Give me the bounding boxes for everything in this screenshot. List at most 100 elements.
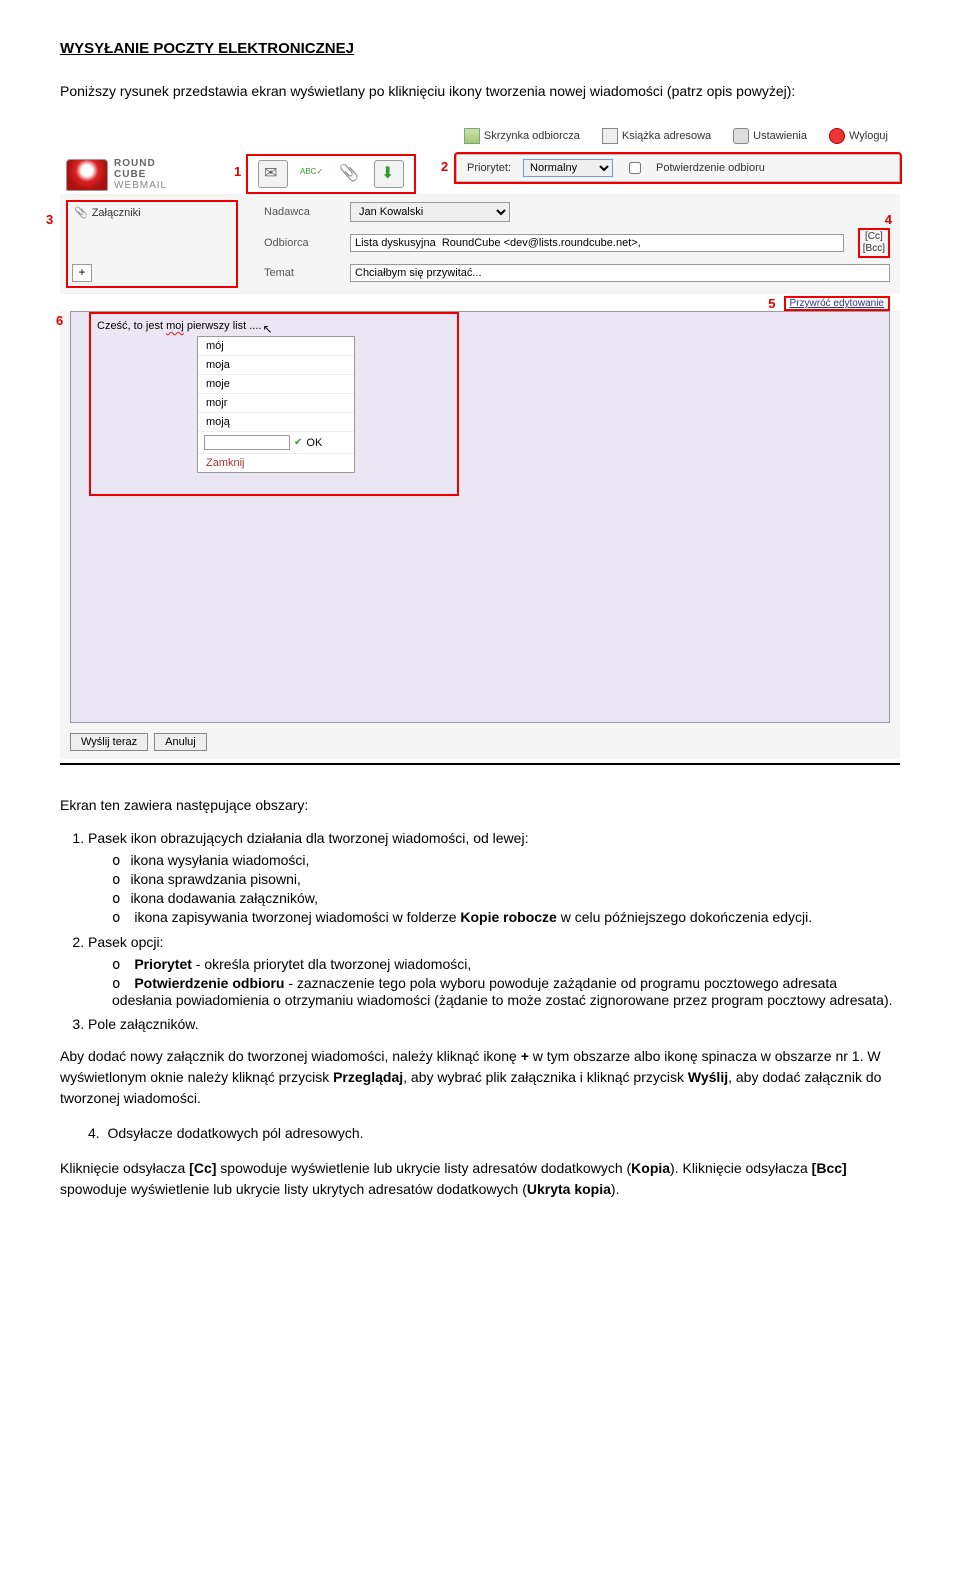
pa-b2: Wyślij xyxy=(688,1069,728,1085)
nav-settings-label: Ustawienia xyxy=(753,130,807,142)
numbered-list: Pasek ikon obrazujących działania dla tw… xyxy=(60,830,900,1032)
inbox-icon xyxy=(464,128,480,144)
attachments-box: Załączniki + xyxy=(66,200,238,288)
cc-link[interactable]: [Cc] xyxy=(863,231,885,243)
subject-input[interactable] xyxy=(350,264,890,282)
toolbar-wrap: 1 2 Priorytet: Normalny Potwierdzenie od… xyxy=(246,154,900,194)
sublist-item: Potwierdzenie odbioru - zaznaczenie tego… xyxy=(112,975,900,1008)
logo-area: ROUND CUBE WEBMAIL xyxy=(60,154,246,191)
sublist-item: Priorytet - określa priorytet dla tworzo… xyxy=(112,956,900,973)
options-bar: 2 Priorytet: Normalny Potwierdzenie odbi… xyxy=(456,154,900,182)
bcc-link[interactable]: [Bcc] xyxy=(863,243,885,255)
list-item-4: 4. Odsyłacze dodatkowych pól adresowych. xyxy=(60,1123,900,1144)
screenshot-container: Skrzynka odbiorcza Książka adresowa Usta… xyxy=(60,122,900,765)
nav-inbox[interactable]: Skrzynka odbiorcza xyxy=(464,128,580,144)
attach-icon[interactable] xyxy=(336,161,364,187)
priority-select[interactable]: Normalny xyxy=(523,159,613,177)
editor-wrap: 6 Cześć, to jest moj pierwszy list .... … xyxy=(60,311,900,729)
list-item-3: Pole załączników. xyxy=(88,1016,900,1032)
confirm-receipt-checkbox[interactable] xyxy=(629,162,641,174)
suggestion-item[interactable]: mojr xyxy=(198,394,354,413)
sub2a-post: - określa priorytet dla tworzonej wiadom… xyxy=(192,956,471,972)
editor-text-pre: Cześć, to jest xyxy=(97,320,166,332)
message-editor[interactable]: Cześć, to jest moj pierwszy list .... mó… xyxy=(70,311,890,723)
list-item-2: Pasek opcji: Priorytet - określa prioryt… xyxy=(88,934,900,1008)
body-row: 3 Załączniki + Nadawca Jan Kowalski Odbi… xyxy=(60,194,900,294)
restore-editing-link[interactable]: Przywróć edytowanie xyxy=(784,296,890,311)
list-item-1: Pasek ikon obrazujących działania dla tw… xyxy=(88,830,900,926)
suggestion-ok-label[interactable]: OK xyxy=(306,437,322,449)
suggestion-custom-row: ✔ OK xyxy=(198,432,354,454)
send-mail-icon[interactable] xyxy=(258,160,288,188)
nav-logout[interactable]: Wyloguj xyxy=(829,128,888,144)
from-select[interactable]: Jan Kowalski xyxy=(350,202,510,222)
callout-1: 1 xyxy=(234,164,241,179)
attachments-column: 3 Załączniki + xyxy=(60,194,244,294)
pc-b4: Ukryta kopia xyxy=(527,1181,611,1197)
subject-row: Temat xyxy=(264,264,890,282)
suggestion-custom-input[interactable] xyxy=(204,435,290,450)
top-navigation: Skrzynka odbiorcza Książka adresowa Usta… xyxy=(60,122,900,154)
toolbar-row: ROUND CUBE WEBMAIL 1 2 Priorytet: Normal… xyxy=(60,154,900,194)
spellcheck-suggestions: mój moja moje mojr moją ✔ OK Zamknij xyxy=(197,336,355,473)
attachment-help-paragraph: Aby dodać nowy załącznik do tworzonej wi… xyxy=(60,1046,900,1109)
sublist-2: Priorytet - określa priorytet dla tworzo… xyxy=(88,956,900,1008)
spellcheck-area: Cześć, to jest moj pierwszy list .... mó… xyxy=(89,312,459,496)
callout-2: 2 xyxy=(441,159,448,174)
logo-line1: ROUND xyxy=(114,158,156,169)
to-input[interactable] xyxy=(350,234,844,252)
logo-line3: WEBMAIL xyxy=(114,180,167,191)
sub-d-post: w celu późniejszego dokończenia edycji. xyxy=(557,909,812,925)
pc-end: ). xyxy=(611,1181,620,1197)
doc-title: WYSYŁANIE POCZTY ELEKTRONICZNEJ xyxy=(60,40,900,57)
editor-text: Cześć, to jest moj pierwszy list .... xyxy=(97,320,265,332)
add-attachment-button[interactable]: + xyxy=(72,264,92,282)
spellcheck-icon[interactable] xyxy=(298,161,326,187)
to-row: Odbiorca 4 [Cc] [Bcc] xyxy=(264,228,890,258)
subject-label: Temat xyxy=(264,267,340,279)
nav-settings[interactable]: Ustawienia xyxy=(733,128,807,144)
from-label: Nadawca xyxy=(264,206,340,218)
sub-d-bold: Kopie robocze xyxy=(460,909,556,925)
suggestion-item[interactable]: mój xyxy=(198,337,354,356)
sublist-item: ikona sprawdzania pisowni, xyxy=(112,871,900,888)
sublist-1: ikona wysyłania wiadomości, ikona sprawd… xyxy=(88,852,900,926)
pc-pre: Kliknięcie odsyłacza xyxy=(60,1160,189,1176)
check-icon: ✔ xyxy=(294,437,302,448)
suggestion-close[interactable]: Zamknij xyxy=(198,454,354,472)
attachments-title: Załączniki xyxy=(92,207,141,219)
suggestion-item[interactable]: moją xyxy=(198,413,354,432)
sublist-item: ikona wysyłania wiadomości, xyxy=(112,852,900,869)
sub-d-pre: ikona zapisywania tworzonej wiadomości w… xyxy=(134,909,460,925)
nav-logout-label: Wyloguj xyxy=(849,130,888,142)
addressbook-icon xyxy=(602,128,618,144)
attachments-title-row: Załączniki xyxy=(74,206,230,219)
suggestion-item[interactable]: moje xyxy=(198,375,354,394)
pc-b1: [Cc] xyxy=(189,1160,216,1176)
restore-row: 5 Przywróć edytowanie xyxy=(60,296,890,311)
callout-6: 6 xyxy=(56,313,63,328)
save-draft-icon[interactable] xyxy=(374,160,404,188)
pc-b2: Kopia xyxy=(631,1160,670,1176)
pa-mid2: , aby wybrać plik załącznika i kliknąć p… xyxy=(403,1069,688,1085)
logo-text: ROUND CUBE WEBMAIL xyxy=(114,158,167,191)
nav-addressbook[interactable]: Książka adresowa xyxy=(602,128,711,144)
suggestion-item[interactable]: moja xyxy=(198,356,354,375)
pc-mid: spowoduje wyświetlenie lub ukrycie listy… xyxy=(216,1160,631,1176)
cancel-button[interactable]: Anuluj xyxy=(154,733,207,751)
misspelled-word[interactable]: moj xyxy=(166,320,184,332)
sublist-item: ikona dodawania załączników, xyxy=(112,890,900,907)
sublist-item: ikona zapisywania tworzonej wiadomości w… xyxy=(112,909,900,926)
close-icon xyxy=(829,128,845,144)
to-label: Odbiorca xyxy=(264,237,340,249)
cc-bcc-links[interactable]: [Cc] [Bcc] xyxy=(858,228,890,258)
nav-inbox-label: Skrzynka odbiorcza xyxy=(484,130,580,142)
bottom-buttons: Wyślij teraz Anuluj xyxy=(60,729,900,759)
editor-text-post: pierwszy list .... xyxy=(184,320,262,332)
cursor-icon xyxy=(265,320,275,332)
toolbar-icons-box: 1 xyxy=(246,154,416,194)
pa-pre: Aby dodać nowy załącznik do tworzonej wi… xyxy=(60,1048,521,1064)
priority-label: Priorytet: xyxy=(467,162,511,174)
send-now-button[interactable]: Wyślij teraz xyxy=(70,733,148,751)
logo-line2: CUBE xyxy=(114,169,146,180)
